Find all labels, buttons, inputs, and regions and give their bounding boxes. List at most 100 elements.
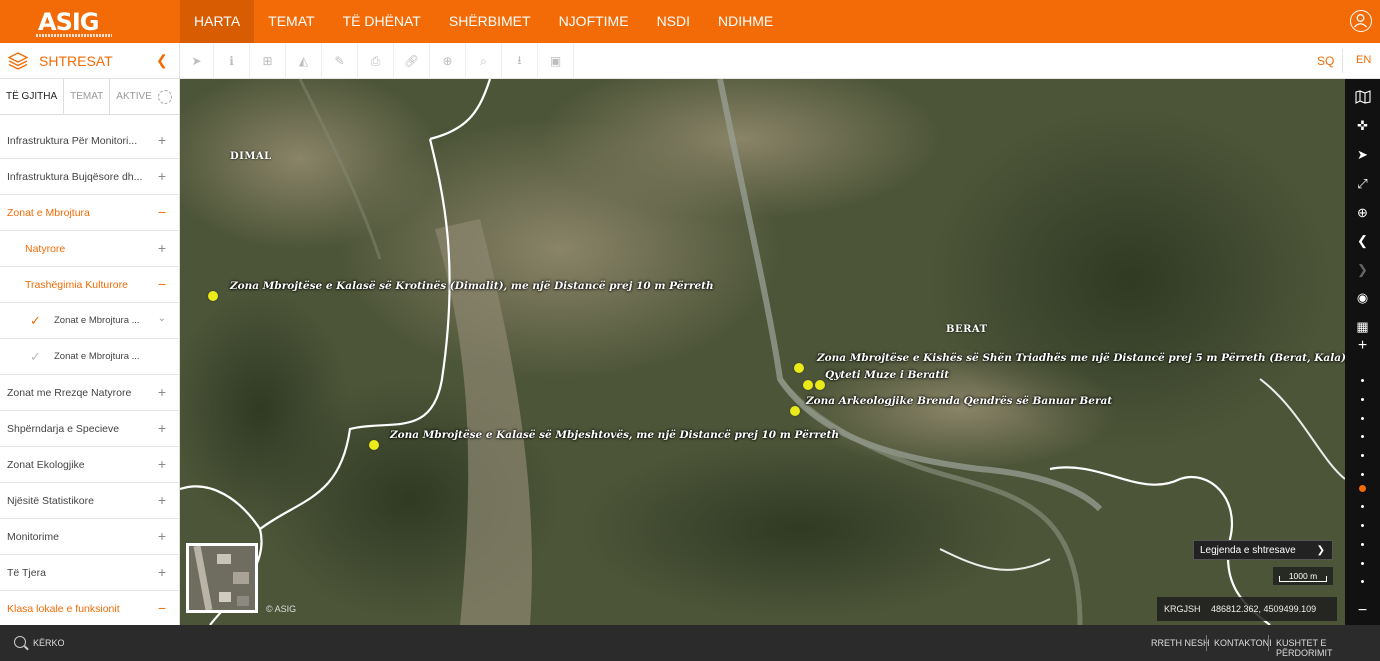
fullscreen-icon[interactable]: ⤢ (1345, 170, 1380, 198)
expand-icon[interactable]: + (158, 384, 166, 400)
tree-item[interactable]: Zonat Ekologjike + (0, 447, 179, 483)
nav-item-njoftime[interactable]: NJOFTIME (545, 0, 643, 43)
collapse-icon[interactable]: − (158, 204, 166, 220)
overview-minimap[interactable] (186, 543, 258, 613)
footer-link-about[interactable]: RRETH NESH (1151, 638, 1210, 648)
tree-layer-item[interactable]: ✓ Zonat e Mbrojtura ... (0, 339, 179, 375)
footer-divider (1206, 635, 1207, 651)
map-marker[interactable] (208, 291, 218, 301)
tree-item[interactable]: Të Tjera + (0, 555, 179, 591)
edit-icon[interactable]: ✎ (322, 43, 358, 79)
tree-item[interactable]: Infrastruktura Bujqësore dh... + (0, 159, 179, 195)
profile-icon[interactable]: ◭ (286, 43, 322, 79)
footer-link-contact[interactable]: KONTAKTONI (1214, 638, 1272, 648)
collapse-icon[interactable]: − (158, 600, 166, 616)
pointer-icon[interactable]: ➤ (180, 43, 214, 79)
zoom-in-icon[interactable]: + (1345, 332, 1380, 360)
tree-item[interactable]: Infrastruktura Për Monitori... + (0, 123, 179, 159)
zoom-level-dot[interactable] (1361, 417, 1364, 420)
nav-item-ndihme[interactable]: NDIHME (704, 0, 787, 43)
zoom-level-dot[interactable] (1361, 543, 1364, 546)
nav-item-harta[interactable]: HARTA (180, 0, 255, 43)
tree-item[interactable]: Monitorime + (0, 519, 179, 555)
globe-icon[interactable]: ◉ (1345, 284, 1380, 312)
feature-label-qyteti: Qyteti Muze i Beratit (825, 369, 950, 381)
asig-logo[interactable]: ASIG (34, 5, 114, 39)
search-icon[interactable] (14, 636, 26, 648)
footer-link-terms[interactable]: KUSHTET E PËRDORIMIT (1276, 638, 1380, 658)
zoom-level-dot[interactable] (1361, 580, 1364, 583)
zoom-level-dot[interactable] (1361, 524, 1364, 527)
basemap-icon[interactable] (1345, 83, 1380, 111)
collapse-icon[interactable]: − (158, 276, 166, 292)
tree-item-label: Klasa lokale e funksionit (7, 603, 120, 615)
plus-circle-icon[interactable]: ⊕ (430, 43, 466, 79)
expand-icon[interactable]: + (158, 420, 166, 436)
zoom-level-current[interactable] (1359, 485, 1366, 492)
legend-dropdown[interactable]: Legjenda e shtresave ❯ (1193, 540, 1333, 560)
print-icon[interactable]: ⎙ (358, 43, 394, 79)
chevron-down-icon[interactable]: ⌄ (158, 313, 166, 324)
checkmark-icon[interactable]: ✓ (30, 349, 41, 365)
expand-icon[interactable]: + (158, 240, 166, 256)
map-marker[interactable] (815, 380, 825, 390)
tree-item[interactable]: Zonat e Mbrojtura − (0, 195, 179, 231)
nav-item-sherbimet[interactable]: SHËRBIMET (435, 0, 545, 43)
map-marker[interactable] (790, 406, 800, 416)
tree-item-label: Njësitë Statistikore (7, 495, 94, 507)
map-marker[interactable] (369, 440, 379, 450)
cursor-coordinates: 486812.362, 4509499.109 (1211, 604, 1317, 614)
map-marker[interactable] (794, 363, 804, 373)
locate-icon[interactable]: ➤ (1345, 141, 1380, 169)
expand-icon[interactable]: + (158, 492, 166, 508)
zoom-level-dot[interactable] (1361, 562, 1364, 565)
tree-item[interactable]: Natyrore + (0, 231, 179, 267)
zoom-level-dot[interactable] (1361, 435, 1364, 438)
nav-item-te-dhenat[interactable]: TË DHËNAT (329, 0, 435, 43)
collapse-panel-chevron-icon[interactable]: ❮ (156, 52, 168, 69)
previous-extent-icon[interactable]: ❮ (1345, 227, 1380, 255)
next-extent-icon[interactable]: ❯ (1345, 256, 1380, 284)
crs-label[interactable]: KRGJSH (1164, 597, 1201, 621)
tree-item[interactable]: Shpërndarja e Specieve + (0, 411, 179, 447)
tab-temat[interactable]: TEMAT (64, 79, 111, 115)
feature-label-kisha: Zona Mbrojtëse e Kishës së Shën Triadhës… (817, 352, 1345, 364)
expand-icon[interactable]: + (158, 564, 166, 580)
tree-layer-item[interactable]: ✓ Zonat e Mbrojtura ... ⌄ (0, 303, 179, 339)
zoom-box-icon[interactable]: ⊕ (1345, 199, 1380, 227)
nav-item-temat[interactable]: TEMAT (254, 0, 328, 43)
expand-icon[interactable]: + (158, 528, 166, 544)
add-layer-icon[interactable]: ⊞ (250, 43, 286, 79)
search-link[interactable]: KËRKO (33, 638, 65, 648)
expand-icon[interactable]: + (158, 132, 166, 148)
map-canvas[interactable]: DIMAL BERAT Zona Mbrojtëse e Kalasë së K… (180, 79, 1345, 625)
link-icon[interactable]: 🔗︎ (394, 43, 430, 79)
zoom-level-dot[interactable] (1361, 454, 1364, 457)
language-sq[interactable]: SQ (1317, 54, 1334, 68)
zoom-level-dot[interactable] (1361, 398, 1364, 401)
image-icon[interactable]: ▣ (538, 43, 574, 79)
nav-item-nsdi[interactable]: NSDI (643, 0, 704, 43)
language-en[interactable]: EN (1356, 54, 1371, 66)
zoom-level-dot[interactable] (1361, 473, 1364, 476)
tab-aktive[interactable]: AKTIVE (110, 79, 158, 115)
tree-item[interactable]: Njësitë Statistikore + (0, 483, 179, 519)
zoom-level-dot[interactable] (1361, 379, 1364, 382)
tree-item[interactable]: Klasa lokale e funksionit − (0, 591, 179, 625)
info-icon[interactable]: ℹ (214, 43, 250, 79)
user-account-icon[interactable] (1350, 10, 1372, 32)
search-icon[interactable]: ⌕ (466, 43, 502, 79)
settings-gear-icon[interactable] (158, 90, 172, 104)
zoom-level-dot[interactable] (1361, 505, 1364, 508)
map-copyright: © ASIG (266, 604, 297, 614)
full-extent-icon[interactable]: ✜ (1345, 112, 1380, 140)
expand-icon[interactable]: + (158, 456, 166, 472)
expand-icon[interactable]: + (158, 168, 166, 184)
tree-item[interactable]: Trashëgimia Kulturore − (0, 267, 179, 303)
checkmark-icon[interactable]: ✓ (30, 313, 41, 329)
zoom-out-icon[interactable]: − (1345, 597, 1380, 625)
map-marker[interactable] (803, 380, 813, 390)
download-icon[interactable]: ⭳ (502, 43, 538, 79)
tree-item[interactable]: Zonat me Rrezqe Natyrore + (0, 375, 179, 411)
tab-te-gjitha[interactable]: TË GJITHA (0, 79, 65, 115)
